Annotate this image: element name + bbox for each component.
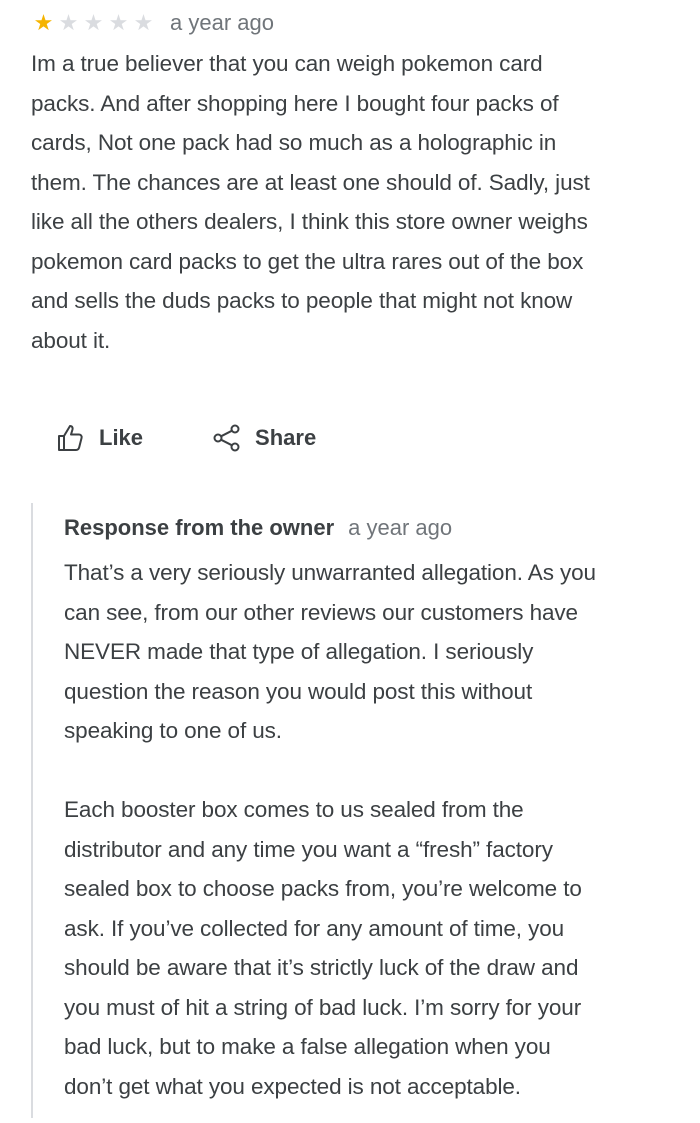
review-actions: Like Share [55, 418, 316, 458]
owner-response-content: Response from the owner a year ago That’… [64, 515, 694, 1106]
review-text-line: pokemon card packs to get the ultra rare… [31, 248, 584, 274]
review-text-line: packs. And after shopping here I bought … [31, 90, 559, 116]
star-empty-icon: ★ [83, 10, 104, 35]
review-text-line: cards, Not one pack had so much as a hol… [31, 130, 557, 155]
owner-text-line: question the reason you would post this … [64, 678, 533, 704]
review-text-line: them. The chances are at least one shoul… [31, 169, 590, 195]
owner-text-line: That’s a very seriously unwarranted alle… [64, 560, 596, 585]
owner-text-line: should be aware that it’s strictly luck … [64, 955, 579, 980]
owner-response-timestamp: a year ago [348, 515, 453, 540]
owner-text-line: can see, from our other reviews our cust… [64, 599, 578, 625]
owner-text-line: speaking to one of us. [64, 718, 282, 743]
like-label: Like [99, 425, 144, 450]
owner-response-paragraph: Each booster box comes to us sealed from… [64, 790, 694, 1106]
review-text-line: and sells the duds packs to people that … [31, 288, 573, 313]
owner-text-line: bad luck, but to make a false allegation… [64, 1034, 551, 1059]
share-button[interactable]: Share [211, 418, 316, 458]
rating-row: ★ ★ ★ ★ ★ a year ago [31, 6, 693, 40]
owner-text-line: you must of hit a string of bad luck. I’… [64, 994, 582, 1020]
owner-response: Response from the owner a year ago That’… [31, 503, 695, 1118]
like-button[interactable]: Like [55, 418, 143, 458]
review-text-line: about it. [31, 327, 111, 353]
share-icon [213, 424, 240, 452]
owner-text-line: Each booster box comes to us sealed from… [64, 797, 524, 822]
review-timestamp: a year ago [170, 10, 274, 35]
owner-text-line: sealed box to choose packs from, you’re … [64, 876, 582, 901]
owner-response-paragraph: That’s a very seriously unwarranted alle… [64, 553, 694, 751]
owner-text-line: NEVER made that type of allegation. I se… [64, 639, 534, 664]
owner-text-line: don’t get what you expected is not accep… [64, 1073, 521, 1099]
star-rating: ★ ★ ★ ★ ★ [31, 12, 156, 34]
share-label: Share [255, 425, 317, 450]
owner-response-header: Response from the owner a year ago [64, 515, 694, 553]
star-empty-icon: ★ [108, 10, 129, 35]
review-text: Im a true believer that you can weigh po… [31, 44, 693, 360]
star-filled-icon: ★ [33, 10, 54, 35]
star-empty-icon: ★ [133, 10, 154, 35]
owner-response-title: Response from the owner [64, 515, 335, 540]
review-text-line: like all the others dealers, I think thi… [31, 209, 588, 234]
review-card: ★ ★ ★ ★ ★ a year ago Im a true believer … [31, 6, 693, 360]
owner-text-line: ask. If you’ve collected for any amount … [64, 915, 565, 941]
thumbs-up-icon [58, 425, 83, 451]
review-text-line: Im a true believer that you can weigh po… [31, 51, 543, 76]
owner-text-line: distributor and any time you want a “fre… [64, 836, 553, 862]
star-empty-icon: ★ [58, 10, 79, 35]
